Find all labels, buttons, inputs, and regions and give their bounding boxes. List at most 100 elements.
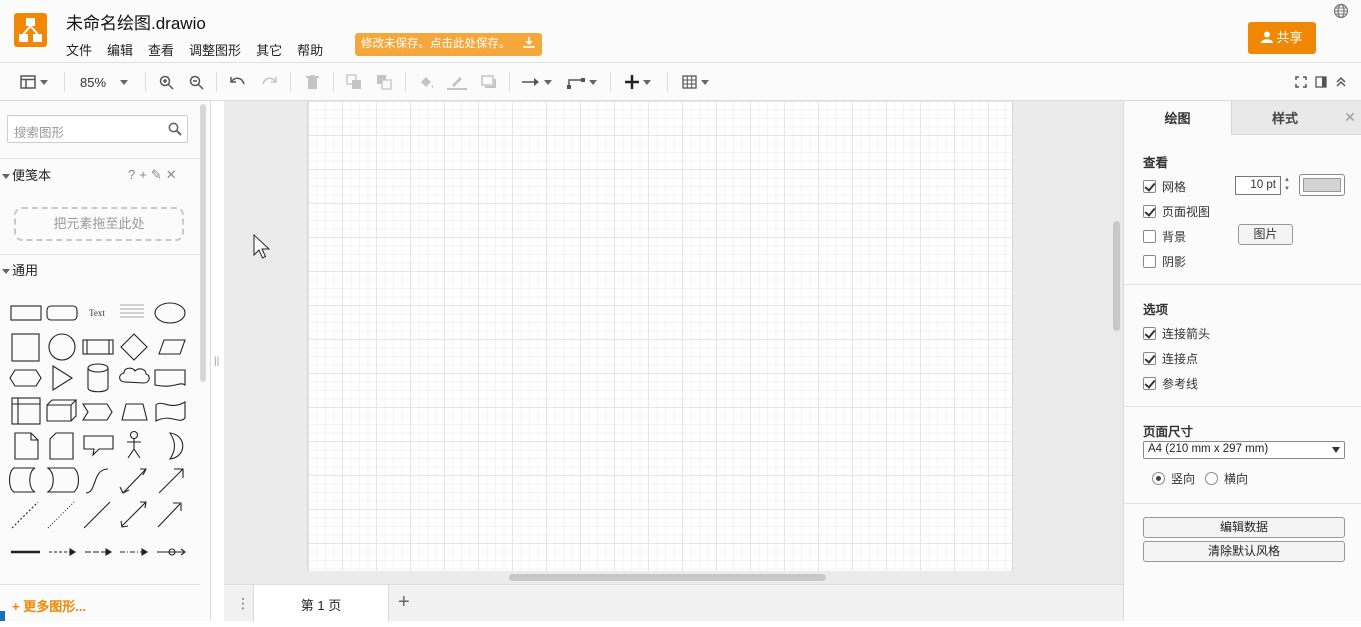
- general-shapes-header[interactable]: 通用: [0, 258, 200, 284]
- redo-button[interactable]: [259, 71, 279, 93]
- connection-arrows-checkbox[interactable]: 连接箭头: [1143, 325, 1210, 342]
- shadow-checkbox[interactable]: 阴影: [1143, 253, 1186, 270]
- more-shapes-button[interactable]: + 更多图形...: [12, 596, 86, 615]
- unsaved-changes-banner[interactable]: 修改未保存。点击此处保存。: [355, 33, 542, 56]
- rounded-rectangle-shape: [46, 305, 78, 321]
- paint-bucket-icon: [421, 76, 434, 88]
- guides-checkbox[interactable]: 参考线: [1143, 375, 1198, 392]
- zoom-out-button[interactable]: [186, 71, 206, 93]
- paper-size-value: A4 (210 mm x 297 mm): [1148, 443, 1269, 455]
- arrow-right-icon: [522, 78, 539, 86]
- menu-edit[interactable]: 编辑: [107, 40, 133, 59]
- toolbar: 85%: [0, 63, 1361, 101]
- to-front-icon: [346, 74, 361, 89]
- add-icon[interactable]: +: [139, 167, 147, 183]
- shapes-sidebar: 搜索图形 便笺本 ? + ✎ ✕ 把元素拖至此处 通用 Text + 更多图形.…: [0, 101, 211, 621]
- sidebar-resize-handle[interactable]: ||: [214, 356, 220, 368]
- waypoints-icon: [567, 78, 585, 89]
- shadow-button[interactable]: [478, 71, 500, 93]
- fill-color-button[interactable]: [416, 71, 438, 93]
- diagram-page[interactable]: [307, 101, 1013, 571]
- page-view-checkbox[interactable]: 页面视图: [1143, 203, 1210, 220]
- grid-size-stepper[interactable]: ▲ ▼: [1282, 176, 1292, 195]
- zoom-out-icon: [189, 75, 204, 90]
- fullscreen-button[interactable]: [1294, 71, 1308, 93]
- connection-points-checkbox[interactable]: 连接点: [1143, 350, 1198, 367]
- landscape-radio[interactable]: 横向: [1205, 470, 1248, 487]
- grid-size-input[interactable]: 10 pt: [1235, 176, 1281, 195]
- parallelogram-shape: [158, 339, 186, 355]
- scratchpad-drop-zone[interactable]: 把元素拖至此处: [14, 207, 184, 241]
- shadow-icon: [481, 75, 496, 88]
- curved-arrow-shape: [85, 468, 109, 494]
- clear-default-style-button[interactable]: 清除默认风格: [1143, 541, 1345, 562]
- collapse-toolbar-button[interactable]: [1334, 71, 1348, 93]
- view-panels-button[interactable]: [16, 71, 52, 93]
- background-checkbox[interactable]: 背景: [1143, 228, 1186, 245]
- cube-shape: [46, 399, 78, 422]
- pencil-icon: [447, 77, 467, 90]
- insert-button[interactable]: [620, 71, 656, 93]
- grid-color-button[interactable]: [1299, 174, 1345, 196]
- to-front-button[interactable]: [344, 71, 364, 93]
- zoom-in-button[interactable]: [156, 71, 176, 93]
- paper-size-select[interactable]: A4 (210 mm x 297 mm): [1143, 441, 1345, 459]
- sidebar-scrollbar[interactable]: [200, 104, 206, 382]
- delete-button[interactable]: [302, 71, 322, 93]
- sidebar-toggle-icon: [1315, 76, 1327, 88]
- edit-data-button[interactable]: 编辑数据: [1143, 517, 1345, 538]
- checkbox-icon: [1143, 255, 1156, 268]
- tab-style[interactable]: 样式: [1231, 101, 1338, 135]
- page-menu-icon[interactable]: ⋮: [236, 595, 250, 612]
- portrait-radio[interactable]: 竖向: [1152, 470, 1195, 487]
- redo-icon: [262, 77, 277, 85]
- checkbox-icon: [1143, 352, 1156, 365]
- rectangle-shape: [10, 305, 42, 321]
- options-section-title: 选项: [1143, 303, 1169, 317]
- menu-view[interactable]: 查看: [148, 40, 174, 59]
- to-back-button[interactable]: [374, 71, 394, 93]
- canvas-horizontal-scrollbar[interactable]: [509, 574, 826, 581]
- share-button[interactable]: 共享: [1248, 22, 1316, 54]
- menu-help[interactable]: 帮助: [297, 40, 323, 59]
- general-shapes-palette[interactable]: Text: [7, 297, 193, 565]
- layout-icon: [20, 75, 36, 89]
- format-panel-toggle[interactable]: [1314, 71, 1328, 93]
- globe-icon[interactable]: [1333, 3, 1349, 22]
- to-back-icon: [377, 75, 392, 90]
- close-icon[interactable]: ✕: [1338, 101, 1361, 135]
- step-shape: [82, 403, 113, 421]
- line-color-button[interactable]: [446, 71, 468, 93]
- undo-button[interactable]: [228, 71, 248, 93]
- table-button[interactable]: [677, 71, 713, 93]
- waypoints-button[interactable]: [564, 71, 600, 93]
- zoom-select[interactable]: 85%: [74, 71, 134, 93]
- drawio-logo[interactable]: [14, 13, 47, 47]
- diagram-canvas[interactable]: [224, 101, 1123, 584]
- canvas-vertical-scrollbar[interactable]: [1113, 221, 1120, 331]
- help-icon[interactable]: ?: [128, 167, 135, 183]
- shape-search-input[interactable]: 搜索图形: [7, 115, 188, 143]
- menubar: 文件 编辑 查看 调整图形 其它 帮助: [66, 40, 338, 59]
- background-image-button[interactable]: 图片: [1238, 224, 1293, 245]
- search-icon[interactable]: [168, 122, 182, 139]
- connection-style-button[interactable]: [519, 71, 555, 93]
- menu-arrange[interactable]: 调整图形: [189, 40, 241, 59]
- zoom-value: 85%: [79, 74, 107, 90]
- tab-diagram[interactable]: 绘图: [1124, 101, 1231, 135]
- trapezoid-shape: [121, 403, 148, 421]
- edit-icon[interactable]: ✎: [151, 167, 162, 183]
- menu-extras[interactable]: 其它: [256, 40, 282, 59]
- page-tab-bar: ⋮ 第 1 页 +: [224, 584, 1123, 622]
- portrait-label: 竖向: [1171, 472, 1196, 486]
- document-title[interactable]: 未命名绘图.drawio: [66, 9, 206, 34]
- grid-checkbox[interactable]: 网格: [1143, 178, 1186, 195]
- grid-label: 网格: [1162, 180, 1187, 194]
- card-shape: [49, 432, 74, 460]
- menu-file[interactable]: 文件: [66, 40, 92, 59]
- page-tab[interactable]: 第 1 页: [253, 585, 389, 622]
- checkbox-icon: [1143, 230, 1156, 243]
- close-icon[interactable]: ✕: [166, 167, 177, 183]
- long-dash-arrow-shape: [120, 548, 149, 556]
- add-page-icon[interactable]: +: [398, 591, 410, 614]
